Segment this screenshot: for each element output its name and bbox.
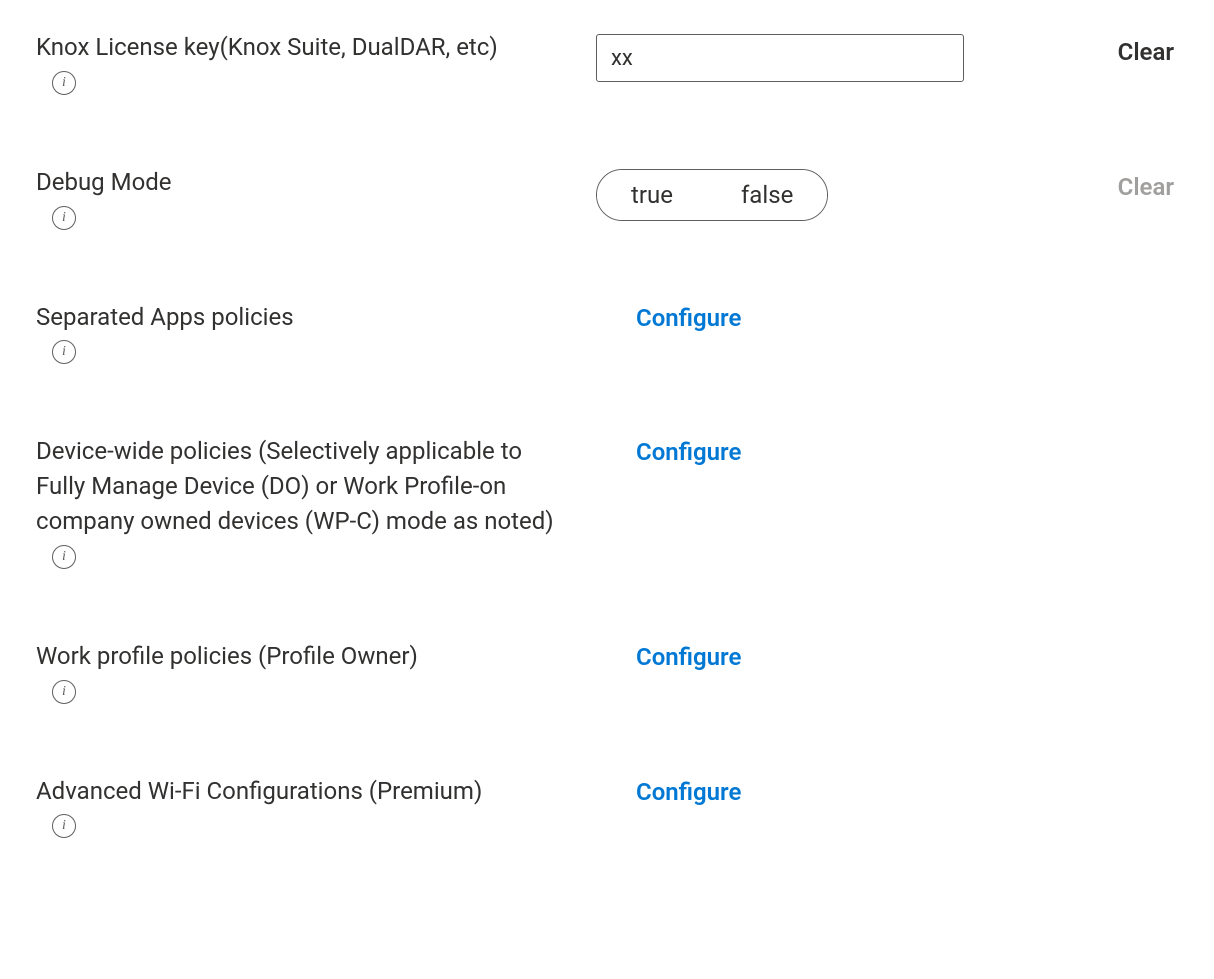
- info-icon[interactable]: i: [52, 340, 76, 364]
- label-col-work-profile: Work profile policies (Profile Owner) i: [36, 639, 596, 704]
- info-icon[interactable]: i: [52, 545, 76, 569]
- label-col-knox-license: Knox License key(Knox Suite, DualDAR, et…: [36, 30, 596, 95]
- clear-button[interactable]: Clear: [1118, 173, 1174, 201]
- label-separated-apps: Separated Apps policies: [36, 300, 566, 335]
- label-col-separated-apps: Separated Apps policies i: [36, 300, 596, 365]
- control-col-wifi-config: Configure: [596, 774, 1036, 806]
- configure-link-device-wide[interactable]: Configure: [636, 438, 741, 466]
- control-col-separated-apps: Configure: [596, 300, 1036, 332]
- control-col-debug-mode: true false: [596, 165, 1036, 221]
- label-col-device-wide: Device-wide policies (Selectively applic…: [36, 434, 596, 568]
- label-knox-license: Knox License key(Knox Suite, DualDAR, et…: [36, 30, 566, 65]
- info-icon[interactable]: i: [52, 206, 76, 230]
- label-col-wifi-config: Advanced Wi-Fi Configurations (Premium) …: [36, 774, 596, 839]
- clear-button[interactable]: Clear: [1118, 38, 1174, 66]
- info-icon[interactable]: i: [52, 71, 76, 95]
- row-wifi-config: Advanced Wi-Fi Configurations (Premium) …: [36, 774, 1178, 839]
- row-debug-mode: Debug Mode i true false Clear: [36, 165, 1178, 230]
- control-col-work-profile: Configure: [596, 639, 1036, 671]
- label-work-profile: Work profile policies (Profile Owner): [36, 639, 566, 674]
- info-icon[interactable]: i: [52, 680, 76, 704]
- toggle-option-false[interactable]: false: [707, 170, 827, 220]
- row-knox-license: Knox License key(Knox Suite, DualDAR, et…: [36, 30, 1178, 95]
- label-col-debug-mode: Debug Mode i: [36, 165, 596, 230]
- clear-col-debug-mode: Clear: [1036, 165, 1178, 201]
- knox-license-input[interactable]: [596, 34, 964, 82]
- control-col-knox-license: [596, 30, 1036, 82]
- label-device-wide: Device-wide policies (Selectively applic…: [36, 434, 566, 538]
- row-device-wide: Device-wide policies (Selectively applic…: [36, 434, 1178, 568]
- label-wifi-config: Advanced Wi-Fi Configurations (Premium): [36, 774, 566, 809]
- configure-link-separated-apps[interactable]: Configure: [636, 304, 741, 332]
- clear-col-knox-license: Clear: [1036, 30, 1178, 66]
- row-work-profile: Work profile policies (Profile Owner) i …: [36, 639, 1178, 704]
- toggle-option-true[interactable]: true: [597, 170, 707, 220]
- clear-col-wifi-config: [1036, 774, 1178, 782]
- clear-col-work-profile: [1036, 639, 1178, 647]
- configure-link-work-profile[interactable]: Configure: [636, 643, 741, 671]
- row-separated-apps: Separated Apps policies i Configure: [36, 300, 1178, 365]
- clear-col-device-wide: [1036, 434, 1178, 442]
- clear-col-separated-apps: [1036, 300, 1178, 308]
- debug-mode-toggle: true false: [596, 169, 828, 221]
- configure-link-wifi-config[interactable]: Configure: [636, 778, 741, 806]
- label-debug-mode: Debug Mode: [36, 165, 566, 200]
- info-icon[interactable]: i: [52, 814, 76, 838]
- control-col-device-wide: Configure: [596, 434, 1036, 466]
